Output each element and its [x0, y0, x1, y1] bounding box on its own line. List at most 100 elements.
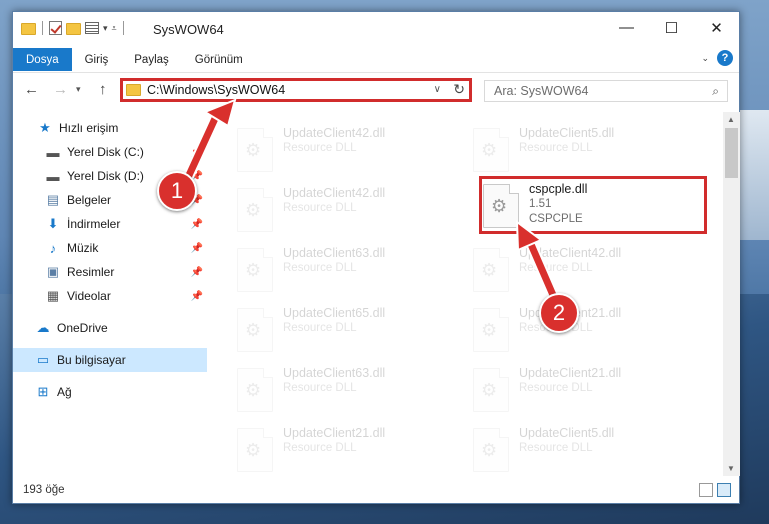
back-arrow-icon[interactable]: ← — [24, 81, 39, 98]
explorer-window: ▾ ⩡ SysWOW64 — ☐ ✕ Dosya Giriş Paylaş Gö… — [12, 11, 740, 504]
step-badge-2: 2 — [539, 293, 579, 333]
file-item[interactable]: ⚙ UpdateClient21.dll Resource DLL — [473, 364, 693, 420]
details-view-icon[interactable] — [699, 483, 713, 497]
up-arrow-icon[interactable]: ↑ — [99, 81, 107, 98]
refresh-icon[interactable]: ↻ — [453, 81, 465, 98]
file-description: Resource DLL — [519, 442, 593, 454]
title-bar: ▾ ⩡ SysWOW64 — ☐ ✕ — [13, 12, 739, 45]
properties-icon[interactable] — [85, 22, 99, 34]
scroll-down-icon[interactable]: ▼ — [727, 464, 735, 473]
pin-icon[interactable]: 📌 — [191, 291, 203, 302]
minimize-button[interactable]: — — [604, 12, 649, 43]
tab-share[interactable]: Paylaş — [121, 48, 182, 71]
ribbon-tabs: Dosya Giriş Paylaş Görünüm ⌄ ? — [13, 48, 739, 71]
dll-file-icon: ⚙ — [237, 188, 273, 232]
network-icon: ⊞ — [37, 384, 49, 399]
sidebar-item-pictures[interactable]: ▣ Resimler 📌 — [13, 260, 207, 284]
customize-toolbar-icon[interactable]: ⩡ — [112, 23, 117, 34]
folder-icon — [126, 84, 141, 96]
tab-view[interactable]: Görünüm — [182, 48, 256, 71]
documents-icon: ▤ — [46, 192, 60, 207]
pin-icon[interactable]: 📌 — [191, 219, 203, 230]
file-name: UpdateClient65.dll — [283, 306, 386, 320]
address-bar[interactable]: C:\Windows\SysWOW64 ∨ ↻ — [120, 78, 472, 102]
cloud-icon: ☁ — [36, 320, 50, 335]
videos-icon: ▦ — [46, 288, 60, 303]
scroll-thumb[interactable] — [725, 128, 738, 178]
sidebar-item-label: Videolar — [67, 289, 111, 303]
sidebar-item-network[interactable]: ⊞ Ağ — [13, 380, 207, 404]
file-item[interactable]: ⚙ UpdateClient63.dll Resource DLL — [237, 364, 457, 420]
search-icon[interactable]: ⌕ — [712, 84, 719, 99]
pin-icon[interactable]: 📌 — [191, 147, 203, 158]
file-description: Resource DLL — [283, 382, 357, 394]
quick-access-toolbar: ▾ ⩡ — [21, 21, 126, 35]
file-item[interactable]: ⚙ UpdateClient63.dll Resource DLL — [237, 244, 457, 300]
forward-arrow-icon[interactable]: → — [53, 81, 68, 98]
toolbar-divider — [122, 21, 124, 35]
file-highlight-box — [479, 176, 707, 234]
file-name: UpdateClient42.dll — [283, 126, 386, 140]
pin-icon[interactable]: 📌 — [191, 243, 203, 254]
sidebar-item-videos[interactable]: ▦ Videolar 📌 — [13, 284, 207, 308]
sidebar-item-downloads[interactable]: ⬇ İndirmeler 📌 — [13, 212, 207, 236]
search-input[interactable]: Ara: SysWOW64 ⌕ — [484, 80, 728, 102]
tab-file[interactable]: Dosya — [13, 48, 72, 71]
file-name: UpdateClient21.dll — [519, 366, 622, 380]
file-item[interactable]: ⚙ UpdateClient21.dllResource DLL — [473, 304, 693, 360]
sidebar-item-label: Yerel Disk (D:) — [67, 169, 144, 183]
dll-file-icon: ⚙ — [237, 248, 273, 292]
tiles-view-icon[interactable] — [717, 483, 731, 497]
maximize-button[interactable]: ☐ — [649, 12, 694, 43]
star-icon: ★ — [39, 120, 51, 135]
file-item[interactable]: ⚙ UpdateClient21.dllResource DLL — [237, 424, 457, 476]
sidebar-item-local-disk-c[interactable]: ▬ Yerel Disk (C:) 📌 — [13, 140, 207, 164]
toolbar-divider — [42, 21, 43, 35]
file-description: Resource DLL — [283, 442, 357, 454]
close-button[interactable]: ✕ — [694, 12, 739, 43]
expand-ribbon-icon[interactable]: ⌄ — [701, 53, 709, 64]
pin-icon[interactable]: 📌 — [191, 267, 203, 278]
properties-check-icon[interactable] — [49, 21, 62, 35]
address-path[interactable]: C:\Windows\SysWOW64 — [147, 83, 285, 97]
dll-file-icon: ⚙ — [473, 308, 509, 352]
item-count: 193 öğe — [23, 484, 65, 496]
drive-icon: ▬ — [46, 144, 60, 160]
vertical-scrollbar[interactable]: ▲ ▼ — [723, 112, 740, 476]
sidebar-item-onedrive[interactable]: ☁ OneDrive — [13, 316, 207, 340]
tab-home[interactable]: Giriş — [72, 48, 122, 71]
dll-file-icon: ⚙ — [473, 368, 509, 412]
address-dropdown-icon[interactable]: ∨ — [434, 84, 441, 95]
scroll-up-icon[interactable]: ▲ — [727, 115, 735, 124]
file-item[interactable]: ⚙ UpdateClient5.dll Resource DLL — [473, 424, 693, 476]
file-description: Resource DLL — [519, 382, 593, 394]
folder-icon[interactable] — [21, 23, 36, 35]
dll-file-icon: ⚙ — [237, 128, 273, 172]
ribbon-right: ⌄ ? — [701, 50, 733, 66]
chevron-down-icon[interactable]: ▾ — [103, 23, 108, 34]
sidebar-item-label: Müzik — [67, 241, 99, 255]
search-placeholder: Ara: SysWOW64 — [494, 84, 589, 98]
file-item[interactable]: ⚙ UpdateClient42.dll Resource DLL — [237, 124, 457, 180]
file-name: UpdateClient63.dll — [283, 246, 386, 260]
recent-locations-icon[interactable]: ▾ — [76, 84, 81, 95]
sidebar-item-this-pc[interactable]: ▭ Bu bilgisayar — [13, 348, 207, 372]
file-item[interactable]: ⚙ UpdateClient42.dll Resource DLL — [473, 244, 693, 300]
music-icon: ♪ — [49, 240, 57, 256]
sidebar-item-label: Hızlı erişim — [59, 121, 119, 135]
sidebar-item-quick-access[interactable]: ★ Hızlı erişim — [13, 116, 207, 140]
new-folder-icon[interactable] — [66, 23, 81, 35]
file-item[interactable]: ⚙ UpdateClient42.dll Resource DLL — [237, 184, 457, 240]
step-badge-1: 1 — [157, 171, 197, 211]
help-icon[interactable]: ? — [717, 50, 733, 66]
sidebar-item-music[interactable]: ♪ Müzik 📌 — [13, 236, 207, 260]
file-description: Resource DLL — [519, 142, 593, 154]
status-bar: 193 öğe — [13, 478, 739, 504]
file-item[interactable]: ⚙ UpdateClient65.dll Resource DLL — [237, 304, 457, 360]
dll-file-icon: ⚙ — [237, 428, 273, 472]
file-item[interactable]: ⚙ UpdateClient5.dll Resource DLL — [473, 124, 693, 180]
sidebar-item-label: İndirmeler — [67, 217, 121, 231]
sidebar-item-label: Bu bilgisayar — [57, 353, 126, 367]
dll-file-icon: ⚙ — [237, 368, 273, 412]
sidebar-item-label: Ağ — [57, 385, 72, 399]
